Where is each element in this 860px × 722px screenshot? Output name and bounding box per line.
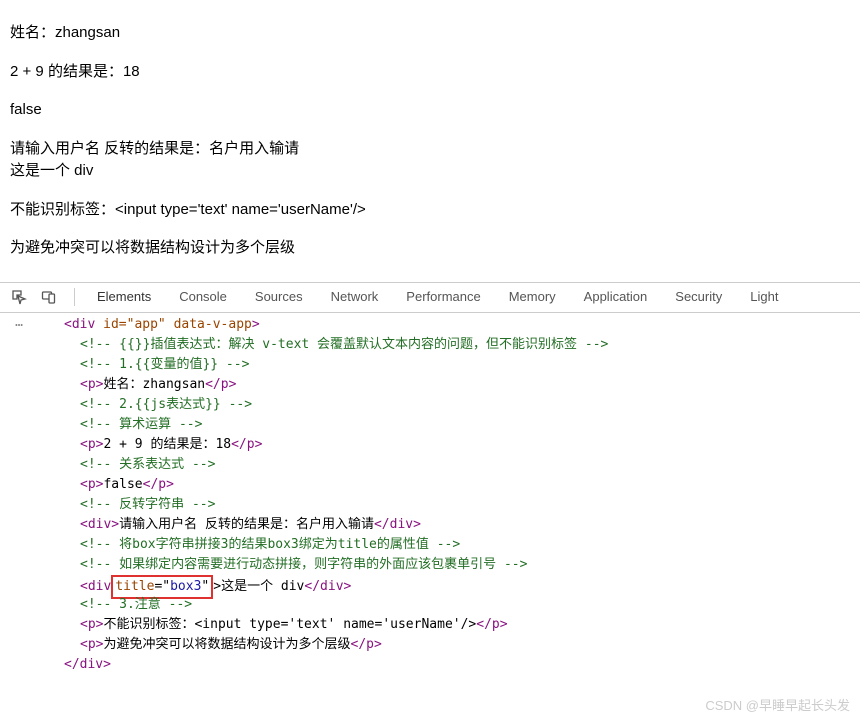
output-hierarchy: 为避免冲突可以将数据结构设计为多个层级: [10, 237, 850, 260]
output-name: 姓名：zhangsan: [10, 22, 850, 45]
output-bool: false: [10, 99, 850, 122]
code-line[interactable]: <!-- 如果绑定内容需要进行动态拼接，则字符串的外面应该包裹单引号 -->: [38, 555, 860, 575]
elements-code-panel: … <div id="app" data-v-app> <!-- {{}}插值表…: [0, 313, 860, 677]
tab-network[interactable]: Network: [317, 282, 393, 312]
device-toggle-icon[interactable]: [36, 284, 62, 310]
tab-sources[interactable]: Sources: [241, 282, 317, 312]
tab-memory[interactable]: Memory: [495, 282, 570, 312]
code-line[interactable]: <!-- 反转字符串 -->: [38, 495, 860, 515]
code-line[interactable]: <!-- 关系表达式 -->: [38, 455, 860, 475]
output-reverse: 请输入用户名 反转的结果是：名户用入输请: [10, 138, 850, 161]
tab-security[interactable]: Security: [661, 282, 736, 312]
code-lines[interactable]: <div id="app" data-v-app> <!-- {{}}插值表达式…: [38, 313, 860, 677]
output-math: 2 + 9 的结果是：18: [10, 61, 850, 84]
tab-console[interactable]: Console: [165, 282, 241, 312]
code-line[interactable]: <!-- 3.注意 -->: [38, 595, 860, 615]
devtools-panel: Elements Console Sources Network Perform…: [0, 282, 860, 677]
tab-lighthouse[interactable]: Light: [736, 282, 792, 312]
code-line[interactable]: <p>姓名：zhangsan</p>: [38, 375, 860, 395]
tab-application[interactable]: Application: [570, 282, 662, 312]
code-line[interactable]: <p>2 + 9 的结果是：18</p>: [38, 435, 860, 455]
code-line[interactable]: <p>不能识别标签：<input type='text' name='userN…: [38, 615, 860, 635]
code-line[interactable]: <p>false</p>: [38, 475, 860, 495]
tab-elements[interactable]: Elements: [83, 282, 165, 312]
output-divtext: 这是一个 div: [10, 160, 850, 183]
code-line-title[interactable]: <div title="box3">这是一个 div</div>: [38, 575, 860, 595]
code-line[interactable]: <div>请输入用户名 反转的结果是：名户用入输请</div>: [38, 515, 860, 535]
tab-performance[interactable]: Performance: [392, 282, 494, 312]
code-line[interactable]: </div>: [38, 655, 860, 675]
output-input-tag: 不能识别标签：<input type='text' name='userName…: [10, 199, 850, 222]
code-line[interactable]: <div id="app" data-v-app>: [38, 315, 860, 335]
separator: [74, 288, 75, 306]
watermark: CSDN @早睡早起长头发: [705, 695, 850, 714]
code-line[interactable]: <!-- 将box字符串拼接3的结果box3绑定为title的属性值 -->: [38, 535, 860, 555]
code-line[interactable]: <!-- 1.{{变量的值}} -->: [38, 355, 860, 375]
code-line[interactable]: <!-- {{}}插值表达式：解决 v-text 会覆盖默认文本内容的问题，但不…: [38, 335, 860, 355]
devtools-toolbar: Elements Console Sources Network Perform…: [0, 283, 860, 313]
gutter: …: [0, 313, 38, 677]
inspect-icon[interactable]: [6, 284, 32, 310]
code-line[interactable]: <!-- 2.{{js表达式}} -->: [38, 395, 860, 415]
page-output: 姓名：zhangsan 2 + 9 的结果是：18 false 请输入用户名 反…: [0, 0, 860, 282]
code-line[interactable]: <!-- 算术运算 -->: [38, 415, 860, 435]
code-line[interactable]: <p>为避免冲突可以将数据结构设计为多个层级</p>: [38, 635, 860, 655]
